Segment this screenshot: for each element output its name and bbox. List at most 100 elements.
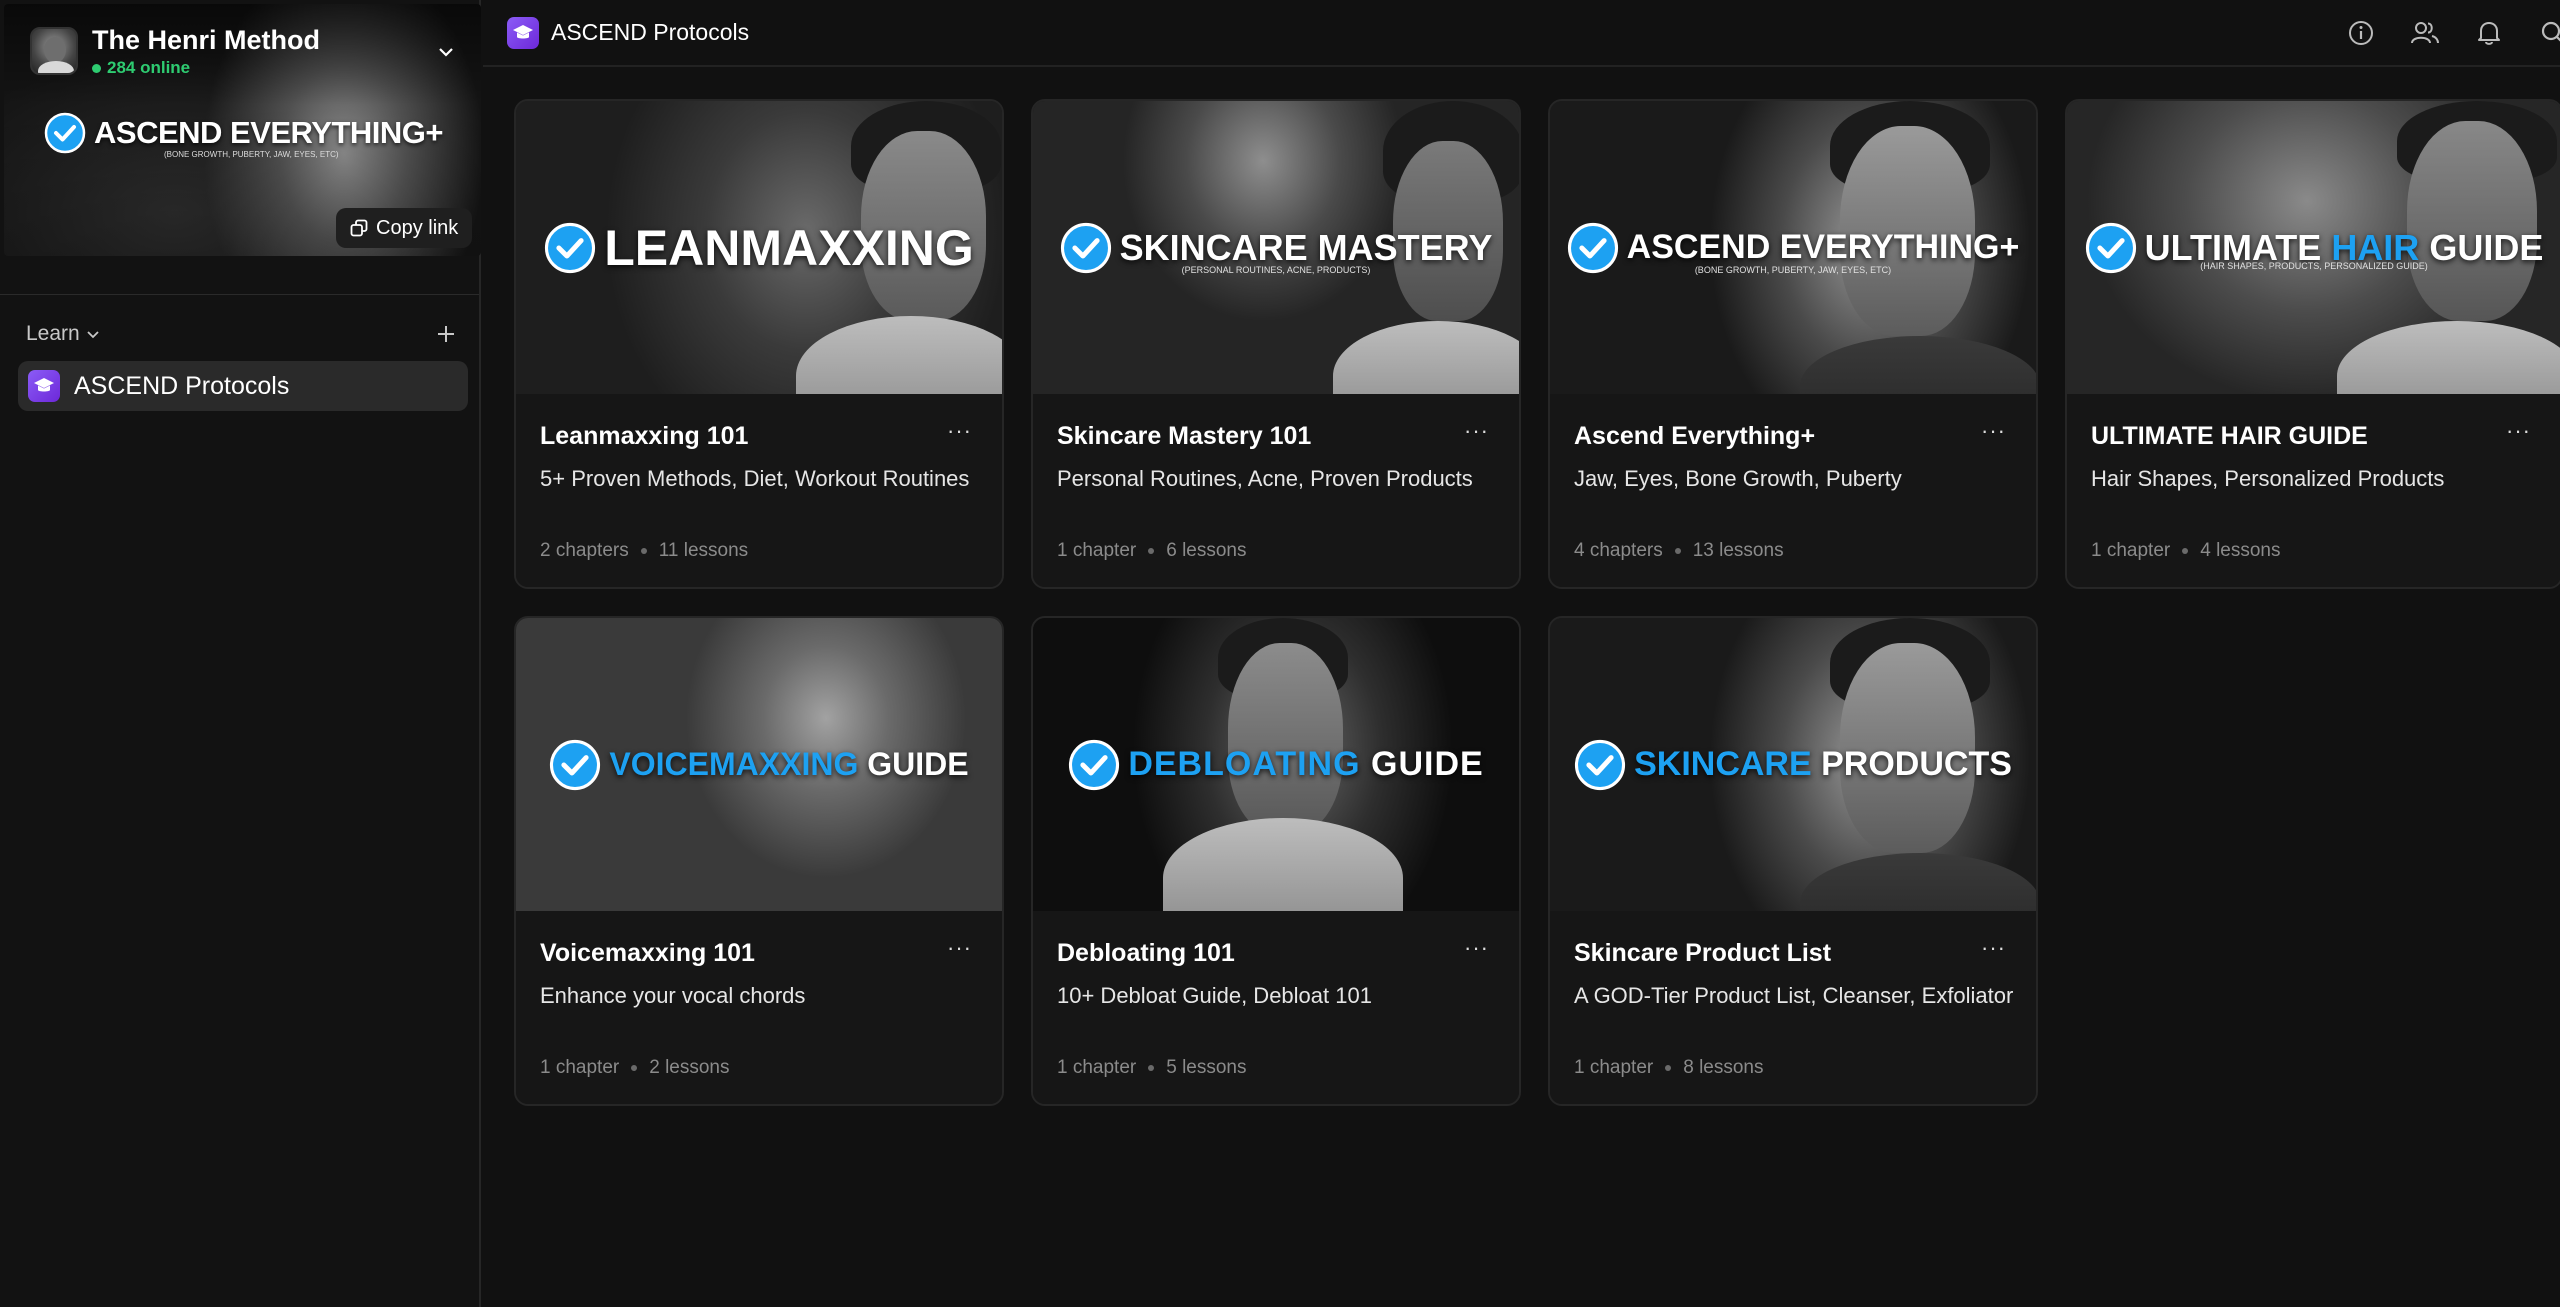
course-meta: 4 chapters 13 lessons — [1574, 540, 1784, 562]
members-icon[interactable] — [2410, 18, 2440, 48]
course-card-ultimate-hair-guide[interactable]: ULTIMATE HAIR GUIDE (HAIR SHAPES, PRODUC… — [2065, 99, 2560, 589]
course-thumbnail: ASCEND EVERYTHING+ (BONE GROWTH, PUBERTY… — [1550, 101, 2036, 394]
check-badge-icon — [1069, 739, 1120, 790]
more-options-icon[interactable]: ··· — [2506, 418, 2531, 444]
course-thumbnail: SKINCARE MASTERY (PERSONAL ROUTINES, ACN… — [1033, 101, 1519, 394]
thumbnail-subline: (BONE GROWTH, PUBERTY, JAW, EYES, ETC) — [1694, 265, 1892, 275]
separator-dot — [1148, 1065, 1155, 1071]
course-description: Personal Routines, Acne, Proven Products — [1057, 466, 1473, 491]
check-badge-icon — [44, 112, 86, 154]
chevron-down-icon[interactable] — [438, 38, 454, 64]
more-options-icon[interactable]: ··· — [947, 935, 972, 961]
more-options-icon[interactable]: ··· — [1981, 935, 2006, 961]
banner-subtitle: (BONE GROWTH, PUBERTY, JAW, EYES, ETC) — [164, 150, 339, 159]
more-options-icon[interactable]: ··· — [1981, 418, 2006, 444]
course-meta: 1 chapter 2 lessons — [540, 1057, 730, 1079]
server-banner: The Henri Method 284 online ASCEND EVERY… — [4, 4, 481, 256]
chapter-count: 4 chapters — [1574, 540, 1663, 561]
sidebar: The Henri Method 284 online ASCEND EVERY… — [0, 0, 481, 1307]
separator-dot — [631, 1065, 638, 1071]
separator-dot — [1674, 548, 1681, 554]
learn-section-toggle[interactable]: Learn — [26, 322, 100, 346]
copy-icon — [350, 219, 368, 237]
server-avatar — [30, 27, 78, 75]
add-channel-icon[interactable] — [436, 324, 456, 345]
course-description: 10+ Debloat Guide, Debloat 101 — [1057, 983, 1372, 1008]
more-options-icon[interactable]: ··· — [1464, 935, 1489, 961]
course-thumbnail: VOICEMAXXING GUIDE — [516, 618, 1002, 911]
course-title: Ascend Everything+ — [1574, 422, 1816, 450]
thumbnail-subline: (PERSONAL ROUTINES, ACNE, PRODUCTS) — [1181, 265, 1371, 275]
thumbnail-headline-part1: DEBLOATING — [1128, 745, 1361, 783]
course-description: Hair Shapes, Personalized Products — [2091, 466, 2445, 491]
check-badge-icon — [545, 222, 596, 273]
chapter-count: 1 chapter — [1057, 1057, 1137, 1078]
course-title: Debloating 101 — [1057, 939, 1235, 967]
lesson-count: 13 lessons — [1692, 540, 1784, 561]
page-title: ASCEND Protocols — [551, 19, 750, 45]
course-description: A GOD-Tier Product List, Cleanser, Exfol… — [1574, 983, 2014, 1008]
thumbnail-headline-part1: VOICEMAXXING — [609, 746, 859, 782]
thumbnail-headline: ASCEND EVERYTHING+ — [1626, 228, 2020, 266]
graduation-cap-icon — [507, 16, 539, 49]
course-meta: 1 chapter 4 lessons — [2091, 540, 2281, 562]
course-card-debloating[interactable]: DEBLOATING GUIDE Debloating 101 ··· 10+ … — [1031, 616, 1521, 1106]
bell-icon[interactable] — [2474, 18, 2504, 48]
course-description: Jaw, Eyes, Bone Growth, Puberty — [1574, 466, 1902, 491]
course-title: ULTIMATE HAIR GUIDE — [2091, 422, 2368, 450]
course-card-voicemaxxing[interactable]: VOICEMAXXING GUIDE Voicemaxxing 101 ··· … — [514, 616, 1004, 1106]
more-options-icon[interactable]: ··· — [1464, 418, 1489, 444]
check-badge-icon — [550, 739, 601, 790]
course-meta: 1 chapter 6 lessons — [1057, 540, 1247, 562]
chevron-down-icon — [86, 326, 100, 342]
learn-section-header: Learn — [26, 322, 456, 346]
course-title: Skincare Mastery 101 — [1057, 422, 1312, 450]
course-thumbnail: LEANMAXXING — [516, 101, 1002, 394]
lesson-count: 6 lessons — [1166, 540, 1247, 561]
thumbnail-subline: (HAIR SHAPES, PRODUCTS, PERSONALIZED GUI… — [2200, 261, 2428, 271]
lesson-count: 5 lessons — [1166, 1057, 1247, 1078]
copy-link-label: Copy link — [376, 216, 459, 239]
course-title: Voicemaxxing 101 — [540, 939, 755, 967]
separator-dot — [2182, 548, 2189, 554]
thumbnail-headline: SKINCARE MASTERY — [1119, 226, 1493, 268]
online-status: 284 online — [92, 58, 320, 78]
course-meta: 2 chapters 11 lessons — [540, 540, 748, 562]
course-thumbnail: SKINCARE PRODUCTS — [1550, 618, 2036, 911]
graduation-cap-icon — [28, 370, 60, 402]
separator-dot — [1148, 548, 1155, 554]
course-card-leanmaxxing[interactable]: LEANMAXXING Leanmaxxing 101 ··· 5+ Prove… — [514, 99, 1004, 589]
chapter-count: 1 chapter — [540, 1057, 620, 1078]
server-header[interactable]: The Henri Method 284 online — [30, 24, 320, 78]
chapter-count: 1 chapter — [1574, 1057, 1654, 1078]
banner-headline: ASCEND EVERYTHING+ — [44, 112, 444, 154]
more-options-icon[interactable]: ··· — [947, 418, 972, 444]
thumbnail-headline-part2: GUIDE — [1360, 745, 1484, 783]
course-meta: 1 chapter 5 lessons — [1057, 1057, 1247, 1079]
check-badge-icon — [1575, 739, 1626, 790]
thumbnail-headline: LEANMAXXING — [604, 219, 974, 276]
info-icon[interactable] — [2346, 18, 2376, 48]
sidebar-item-ascend-protocols[interactable]: ASCEND Protocols — [18, 361, 468, 411]
thumbnail-headline-part1: SKINCARE — [1634, 745, 1812, 783]
copy-link-button[interactable]: Copy link — [336, 208, 473, 248]
search-icon[interactable] — [2538, 18, 2560, 48]
thumbnail-headline-part2: GUIDE — [858, 746, 969, 782]
separator-dot — [640, 548, 647, 554]
sidebar-divider — [0, 294, 479, 295]
sidebar-item-label: ASCEND Protocols — [74, 371, 290, 400]
lesson-count: 4 lessons — [2200, 540, 2281, 561]
course-card-ascend-everything[interactable]: ASCEND EVERYTHING+ (BONE GROWTH, PUBERTY… — [1548, 99, 2038, 589]
course-title: Leanmaxxing 101 — [540, 422, 749, 450]
lesson-count: 11 lessons — [658, 540, 749, 561]
server-name: The Henri Method — [92, 25, 320, 55]
lesson-count: 2 lessons — [649, 1057, 730, 1078]
learn-section-label: Learn — [26, 322, 80, 345]
course-card-skincare-product-list[interactable]: SKINCARE PRODUCTS Skincare Product List … — [1548, 616, 2038, 1106]
course-meta: 1 chapter 8 lessons — [1574, 1057, 1764, 1079]
course-title: Skincare Product List — [1574, 939, 1832, 967]
chapter-count: 1 chapter — [1057, 540, 1137, 561]
online-count: 284 online — [107, 58, 191, 77]
course-card-skincare-mastery[interactable]: SKINCARE MASTERY (PERSONAL ROUTINES, ACN… — [1031, 99, 1521, 589]
lesson-count: 8 lessons — [1683, 1057, 1764, 1078]
